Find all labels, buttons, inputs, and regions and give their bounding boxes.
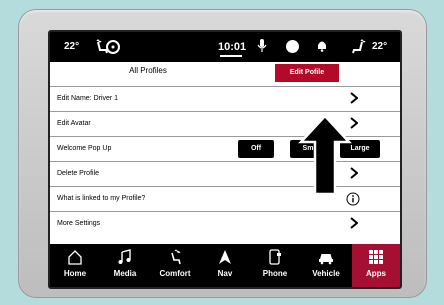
profile-tabs: All Profiles Edit Pofile <box>50 62 400 86</box>
music-note-icon <box>118 249 131 264</box>
row-label: What is linked to my Profile? <box>57 195 146 202</box>
clock: 10:01 <box>218 41 247 53</box>
nav-label: Media <box>113 269 137 278</box>
pointer-arrow-icon <box>298 114 352 196</box>
nav-label: Nav <box>217 269 233 278</box>
row-label: Edit Avatar <box>57 120 91 127</box>
welcome-off-button[interactable]: Off <box>238 140 274 158</box>
clock-underline <box>220 55 242 57</box>
nav-label: Comfort <box>159 269 191 278</box>
row-label: Edit Name: Driver 1 <box>57 95 119 102</box>
heated-seat-icon <box>171 249 181 265</box>
row-label: Welcome Pop Up <box>57 145 112 152</box>
car-icon <box>319 254 333 265</box>
bottom-nav-bar: Home Media Comfort Nav Phone Vehicle App… <box>50 244 400 287</box>
nav-label: Vehicle <box>312 269 340 278</box>
nav-media[interactable]: Media <box>100 244 150 287</box>
heated-seat-and-wheel-icon[interactable] <box>94 38 120 56</box>
profile-circle-icon[interactable] <box>286 40 299 53</box>
nav-apps[interactable]: Apps <box>352 244 400 287</box>
status-bar: 22° 10:01 22° <box>50 32 400 62</box>
nav-home[interactable]: Home <box>50 244 100 287</box>
navigation-arrow-icon <box>219 250 231 264</box>
passenger-heated-seat-icon[interactable] <box>348 38 368 56</box>
row-label: More Settings <box>57 220 101 227</box>
row-label: Delete Profile <box>57 170 100 177</box>
phone-icon <box>269 249 281 265</box>
nav-vehicle[interactable]: Vehicle <box>300 244 352 287</box>
nav-nav[interactable]: Nav <box>200 244 250 287</box>
profile-settings-panel: All Profiles Edit Pofile Edit Name: Driv… <box>50 62 400 244</box>
nav-label: Apps <box>366 269 386 278</box>
apps-grid-icon <box>369 250 383 264</box>
chevron-right-icon <box>350 92 358 104</box>
driver-temperature[interactable]: 22° <box>64 41 79 52</box>
nav-label: Home <box>63 269 87 278</box>
home-icon <box>68 250 82 265</box>
notification-bell-icon[interactable] <box>316 40 328 52</box>
edit-name-row[interactable]: Edit Name: Driver 1 <box>50 86 400 111</box>
nav-comfort[interactable]: Comfort <box>150 244 200 287</box>
tab-all-profiles[interactable]: All Profiles <box>108 66 188 75</box>
nav-phone[interactable]: Phone <box>250 244 300 287</box>
tab-edit-profile[interactable]: Edit Pofile <box>274 63 340 83</box>
microphone-icon[interactable] <box>257 39 267 53</box>
passenger-temperature[interactable]: 22° <box>372 41 387 52</box>
nav-label: Phone <box>262 269 288 278</box>
more-settings-row[interactable]: More Settings <box>50 211 400 244</box>
infotainment-screen: 22° 10:01 22° All Profiles Edit Pofile E… <box>48 30 402 289</box>
chevron-right-icon <box>350 217 358 229</box>
